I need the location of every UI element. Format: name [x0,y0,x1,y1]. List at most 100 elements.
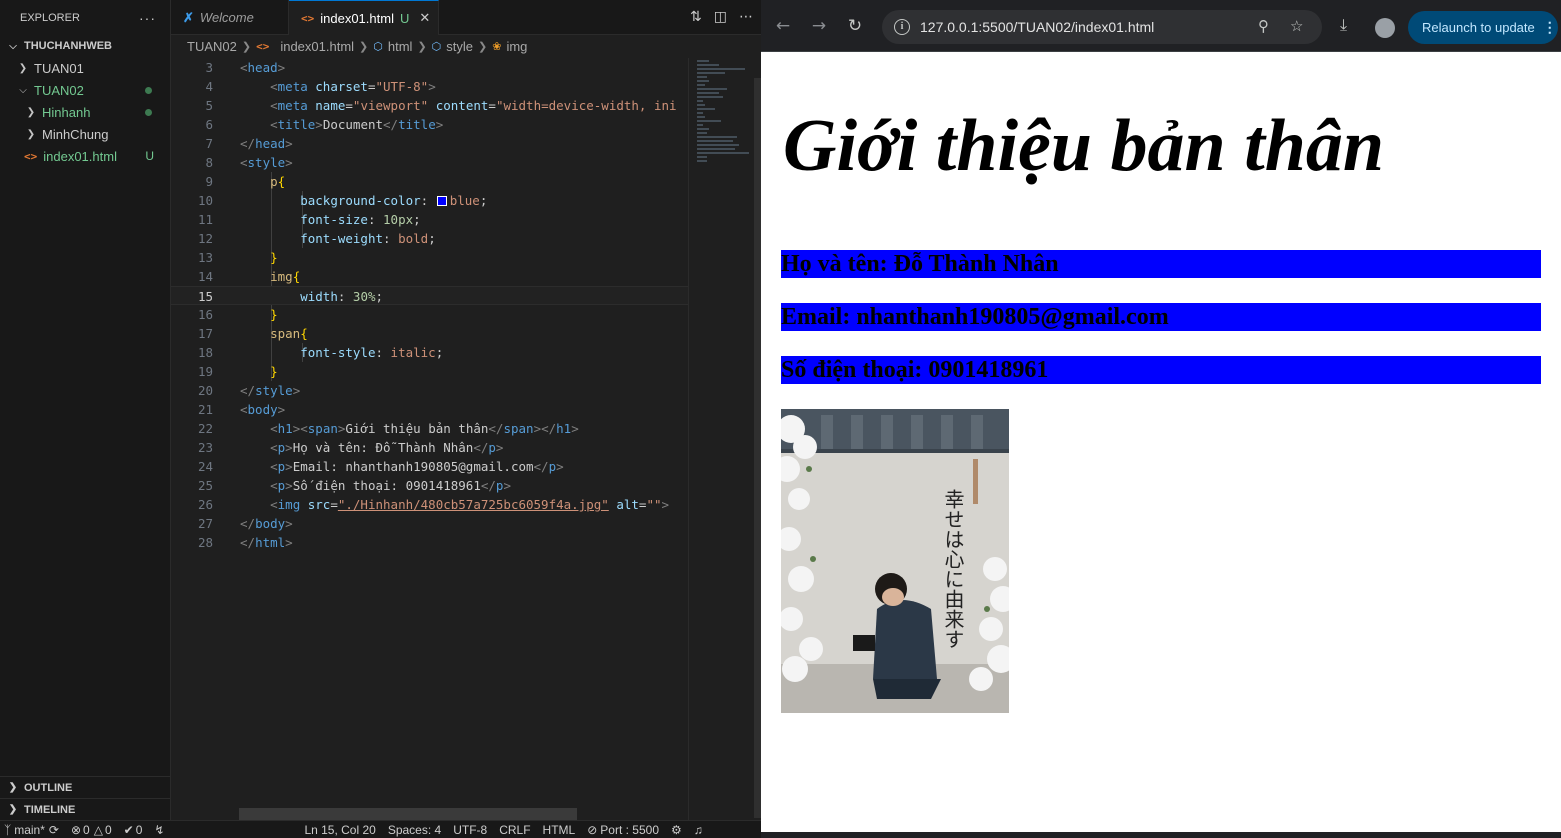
code-line-current: 15 width: 30%; [171,286,688,305]
relaunch-button[interactable]: Relaunch to update ⋮ [1408,11,1558,44]
minimap[interactable] [688,58,756,820]
editor-tabs: ✗ Welcome <> index01.html U ✕ ⇅ ◫ ⋯ [171,0,761,35]
outline-label: OUTLINE [24,781,73,794]
chevron-right-icon: ❯ [359,40,369,53]
close-icon[interactable]: ✕ [419,10,430,26]
compare-changes-icon[interactable]: ⇅ [690,9,702,25]
breadcrumb-item[interactable]: TUAN02 [187,39,237,54]
code-line: 10 background-color: blue; [197,193,488,208]
name-paragraph: Họ và tên: Đỗ Thành Nhân [781,250,1541,278]
page-heading: Giới thiệu bản thân [783,105,1385,187]
code-line: 26 <img src="./Hinhanh/480cb57a725bc6059… [197,497,670,512]
explorer-header: EXPLORER ··· [0,0,170,35]
breadcrumb-item[interactable]: style [446,39,473,54]
address-bar[interactable]: i 127.0.0.1:5500/TUAN02/index01.html ⚲ ☆ [882,10,1322,44]
modified-dot-icon [145,86,152,94]
chevron-right-icon: ❯ [26,106,36,118]
ports-indicator[interactable]: ✔ 0 [124,823,143,837]
tree-item-label: TUAN02 [34,82,84,98]
tree-item-hinhanh[interactable]: ❯ Hinhanh [0,101,170,123]
branch-indicator[interactable]: ᛉ main* ⟳ [4,823,59,837]
problems-indicator[interactable]: ⊗ 0 △ 0 [71,823,112,837]
relaunch-label: Relaunch to update [1422,20,1535,35]
code-line: 28 </html> [197,535,293,550]
outline-section[interactable]: ❯ OUTLINE [0,776,170,798]
code-line: 23 <p>Họ và tên: Đỗ Thành Nhân</p> [197,440,504,455]
code-line: 9 p{ [205,174,286,189]
more-actions-icon[interactable]: ⋯ [739,9,753,25]
branch-icon: ᛉ [4,822,12,837]
bookmark-star-icon[interactable]: ☆ [1290,17,1303,35]
code-line: 16 } [197,307,278,322]
lightning-icon[interactable]: ↯ [154,823,164,837]
html-file-icon: <> [301,11,315,25]
bell-icon[interactable]: ♫ [694,823,703,837]
chevron-right-icon: ❯ [8,804,18,815]
live-server-port[interactable]: ⊘ Port : 5500 [587,823,659,837]
tree-item-tuan01[interactable]: ❯ TUAN01 [0,57,170,79]
code-line: 12 font-weight: bold; [197,231,436,246]
language-mode[interactable]: HTML [543,823,576,837]
browser-toolbar: ← → ↻ i 127.0.0.1:5500/TUAN02/index01.ht… [761,0,1561,52]
ports-icon: ✔ [123,822,134,837]
download-icon[interactable]: ⤓ [1340,15,1347,35]
forward-arrow-icon[interactable]: → [807,14,831,38]
cursor-position[interactable]: Ln 15, Col 20 [304,823,375,837]
breadcrumb: TUAN02 ❯ <> index01.html ❯ ⬡ html ❯ ⬡ st… [171,35,761,57]
element-cube-icon: ⬡ [373,40,383,53]
modified-dot-icon [145,108,152,116]
phone-paragraph: Số điện thoại: 0901418961 [781,356,1541,384]
html-file-icon: <> [256,39,270,53]
encoding[interactable]: UTF-8 [453,823,487,837]
breadcrumb-item[interactable]: html [388,39,413,54]
tree-item-label: TUAN01 [34,60,84,76]
untracked-badge: U [399,10,410,26]
back-arrow-icon[interactable]: ← [771,14,795,38]
profile-avatar[interactable] [1375,18,1395,38]
tree-item-label: MinhChung [42,126,109,142]
folder-root[interactable]: ⌵ THUCHANHWEB [0,35,170,57]
copilot-icon[interactable]: ⚙ [671,823,682,837]
horizontal-scrollbar[interactable] [239,808,577,820]
code-line: 24 <p>Email: nhanthanh190805@gmail.com</… [197,459,564,474]
indentation[interactable]: Spaces: 4 [388,823,441,837]
tab-welcome[interactable]: ✗ Welcome [171,0,289,35]
reload-icon[interactable]: ↻ [843,14,867,38]
more-actions-icon[interactable]: ··· [139,10,156,26]
code-line: 20 </style> [197,383,301,398]
email-paragraph: Email: nhanthanh190805@gmail.com [781,303,1541,331]
split-editor-icon[interactable]: ◫ [714,9,727,25]
tree-item-index01[interactable]: <> index01.html U [0,145,170,167]
vertical-scrollbar[interactable] [754,78,761,818]
color-swatch[interactable] [436,196,447,206]
tree-item-tuan02[interactable]: ⌵ TUAN02 [0,79,170,101]
code-line: 19 } [197,364,278,379]
timeline-section[interactable]: ❯ TIMELINE [0,798,170,820]
code-line: 14 img{ [197,269,301,284]
code-editor[interactable]: 3 <head> 4 <meta charset="UTF-8"> 5 <meta… [171,58,688,820]
code-line: 7 </head> [205,136,293,151]
breadcrumb-item[interactable]: index01.html [280,39,354,54]
zoom-icon[interactable]: ⚲ [1258,17,1269,35]
page-viewport: Giới thiệu bản thân Họ và tên: Đỗ Thành … [761,52,1561,838]
breadcrumb-item[interactable]: img [506,39,527,54]
tab-index01[interactable]: <> index01.html U ✕ [289,0,439,35]
kebab-menu-icon[interactable]: ⋮ [1543,19,1557,36]
photo-caption: 幸せは心に由来す [941,489,965,649]
code-line: 21 <body> [197,402,286,417]
chevron-right-icon: ❯ [18,62,28,74]
no-entry-icon: ⊘ [587,822,598,837]
code-line: 6 <title>Document</title> [205,117,444,132]
url-text: 127.0.0.1:5500/TUAN02/index01.html [920,19,1155,35]
tree-item-minhchung[interactable]: ❯ MinhChung [0,123,170,145]
code-line: 18 font-style: italic; [197,345,444,360]
code-line: 25 <p>Số điện thoại: 0901418961</p> [197,478,511,493]
code-line: 13 } [197,250,278,265]
chevron-right-icon: ❯ [241,40,252,53]
chevron-down-icon: ⌵ [9,40,17,52]
line-ending[interactable]: CRLF [499,823,530,837]
chevron-down-icon: ⌵ [19,84,27,96]
site-info-icon[interactable]: i [894,19,910,35]
code-line: 5 <meta name="viewport" content="width=d… [205,98,677,113]
status-bar: ᛉ main* ⟳ ⊗ 0 △ 0 ✔ 0 ↯ Ln 15, Col 20 Space… [0,820,761,838]
